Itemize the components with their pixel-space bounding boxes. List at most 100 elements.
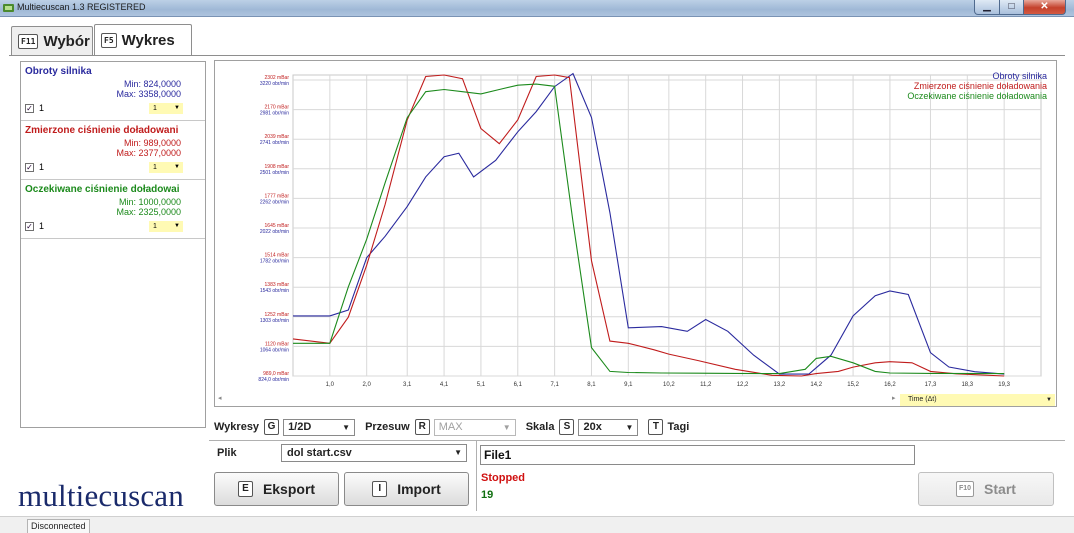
signal-checkbox-label: 1: [39, 162, 45, 172]
wykresy-key: G: [264, 419, 280, 435]
import-label: Import: [397, 481, 441, 497]
chevron-down-icon: ▼: [174, 164, 180, 170]
scroll-left-arrow-icon[interactable]: ◂: [218, 394, 222, 402]
file-label: Plik: [217, 447, 237, 459]
signal-axis-value: 1: [153, 223, 157, 230]
scroll-right-arrow-icon[interactable]: ▸: [892, 394, 896, 402]
signal-item-expected-boost[interactable]: Oczekiwane ciśnienie doładowai Min: 1000…: [21, 180, 205, 239]
y-tick-label-rpm: 1782 obr/min: [260, 259, 289, 265]
signal-name: Oczekiwane ciśnienie doładowai: [25, 184, 180, 195]
x-tick-label: 9,1: [624, 382, 633, 388]
chevron-down-icon: ▼: [1046, 397, 1052, 403]
signal-min: Min: 1000,0000: [118, 197, 181, 207]
x-tick-label: 2,0: [363, 382, 372, 388]
signal-axis-value: 1: [153, 105, 157, 112]
x-tick-label: 10,2: [663, 382, 675, 388]
tab-wybor[interactable]: F11 Wybór: [11, 26, 93, 56]
file-select-value: dol start.csv: [287, 447, 352, 459]
status-state: Stopped: [481, 472, 525, 484]
chevron-down-icon: ▼: [174, 105, 180, 111]
x-tick-label: 1,0: [326, 382, 335, 388]
przesuw-label: Przesuw: [365, 421, 410, 433]
skala-value: 20x: [583, 420, 602, 433]
chart-panel[interactable]: 2302 mBar 3220 obr/min 2170 mBar 2981 obr/m…: [214, 60, 1057, 407]
x-tick-label: 15,2: [847, 382, 859, 388]
title-bar: Multiecuscan 1.3 REGISTERED ▁ □ ✕: [0, 0, 1074, 17]
chart-scroll-row: ◂ ▸ Time (Δt) ▼: [214, 392, 1057, 408]
signal-checkbox[interactable]: ✓: [25, 163, 34, 172]
minimize-button[interactable]: ▁: [974, 0, 1000, 15]
x-axis-ticks: 1,0 2,0 3,1 4,1 5,1 6,1 7,1 8,1 9,1 10,2 11,2 12,2 1…: [326, 382, 1011, 388]
app-icon: [3, 4, 14, 12]
skala-select[interactable]: 20x ▼: [578, 418, 639, 436]
legend-entry: Oczekiwane ciśnienie doładowania: [907, 91, 1047, 101]
file-select[interactable]: dol start.csv ▼: [281, 444, 467, 462]
signal-checkbox-label: 1: [39, 221, 45, 231]
brand-logo: multiecuscan: [18, 478, 184, 513]
legend-entry: Obroty silnika: [992, 71, 1047, 81]
x-tick-label: 19,3: [998, 382, 1010, 388]
przesuw-key: R: [414, 419, 430, 435]
wykresy-value: 1/2D: [288, 420, 312, 433]
tab-wykres[interactable]: F5 Wykres: [94, 24, 192, 56]
skala-key: S: [559, 419, 575, 435]
y-tick-label-rpm: 2262 obr/min: [260, 199, 289, 205]
x-tick-label: 16,2: [884, 382, 896, 388]
signal-item-measured-boost[interactable]: Zmierzone ciśnienie doładowani Min: 989,…: [21, 121, 205, 180]
tagi-key[interactable]: T: [648, 419, 664, 435]
connection-status: Disconnected: [27, 519, 90, 533]
file-name-input[interactable]: File1: [480, 445, 915, 465]
status-count: 19: [481, 489, 494, 501]
y-tick-label-rpm: 2501 obr/min: [260, 170, 289, 176]
close-button[interactable]: ✕: [1024, 0, 1066, 15]
export-key: E: [237, 481, 253, 497]
chevron-down-icon: ▼: [625, 422, 634, 432]
y-axis-ticks: 2302 mBar3220 obr/min2170 mBar2981 obr/m…: [258, 75, 289, 383]
signal-max: Max: 2377,0000: [116, 148, 181, 158]
line-chart[interactable]: 2302 mBar3220 obr/min2170 mBar2981 obr/m…: [215, 61, 1058, 393]
przesuw-select[interactable]: MAX ▼: [433, 418, 516, 436]
chevron-down-icon: ▼: [342, 422, 351, 432]
tab-wybor-key: F11: [18, 34, 39, 49]
x-tick-label: 11,2: [700, 382, 712, 388]
x-tick-label: 12,2: [737, 382, 749, 388]
x-tick-label: 8,1: [587, 382, 596, 388]
wykresy-select[interactable]: 1/2D ▼: [283, 418, 356, 436]
plot-area-border: [292, 74, 1042, 377]
signal-name: Obroty silnika: [25, 66, 92, 77]
chevron-down-icon: ▼: [174, 223, 180, 229]
export-label: Eksport: [262, 481, 316, 497]
signal-axis-dropdown[interactable]: 1 ▼: [149, 221, 183, 232]
signal-axis-value: 1: [153, 164, 157, 171]
window-title: Multiecuscan 1.3 REGISTERED: [17, 2, 146, 12]
export-button[interactable]: E Eksport: [214, 472, 339, 506]
start-button[interactable]: F10 Start: [918, 472, 1054, 506]
x-tick-label: 13,2: [774, 382, 786, 388]
import-button[interactable]: I Import: [344, 472, 469, 506]
chart-series: [292, 72, 1005, 377]
signal-item-rpm[interactable]: Obroty silnika Min: 824,0000 Max: 3358,0…: [21, 62, 205, 121]
import-key: I: [372, 481, 388, 497]
skala-label: Skala: [525, 421, 555, 433]
y-tick-label-rpm: 824,0 obr/min: [258, 377, 289, 383]
start-label: Start: [984, 481, 1016, 497]
x-tick-label: 6,1: [514, 382, 523, 388]
window-controls: ▁ □ ✕: [974, 0, 1066, 15]
maximize-button[interactable]: □: [1000, 0, 1024, 15]
signal-axis-dropdown[interactable]: 1 ▼: [149, 162, 183, 173]
y-tick-label-rpm: 2022 obr/min: [260, 229, 289, 235]
tab-wybor-label: Wybór: [43, 33, 90, 50]
series-line-0: [293, 72, 1005, 375]
signal-min: Min: 824,0000: [123, 79, 181, 89]
signal-checkbox[interactable]: ✓: [25, 104, 34, 113]
signal-checkbox[interactable]: ✓: [25, 222, 34, 231]
x-axis-dropdown[interactable]: Time (Δt) ▼: [900, 394, 1055, 406]
y-tick-label-rpm: 3220 obr/min: [260, 81, 289, 87]
signal-axis-dropdown[interactable]: 1 ▼: [149, 103, 183, 114]
x-tick-label: 17,3: [925, 382, 937, 388]
y-tick-label-rpm: 2981 obr/min: [260, 111, 289, 117]
tagi-label[interactable]: Tagi: [667, 421, 689, 433]
y-tick-label-rpm: 1303 obr/min: [260, 318, 289, 324]
series-line-1: [292, 74, 1005, 377]
chart-grid: [292, 74, 1042, 377]
